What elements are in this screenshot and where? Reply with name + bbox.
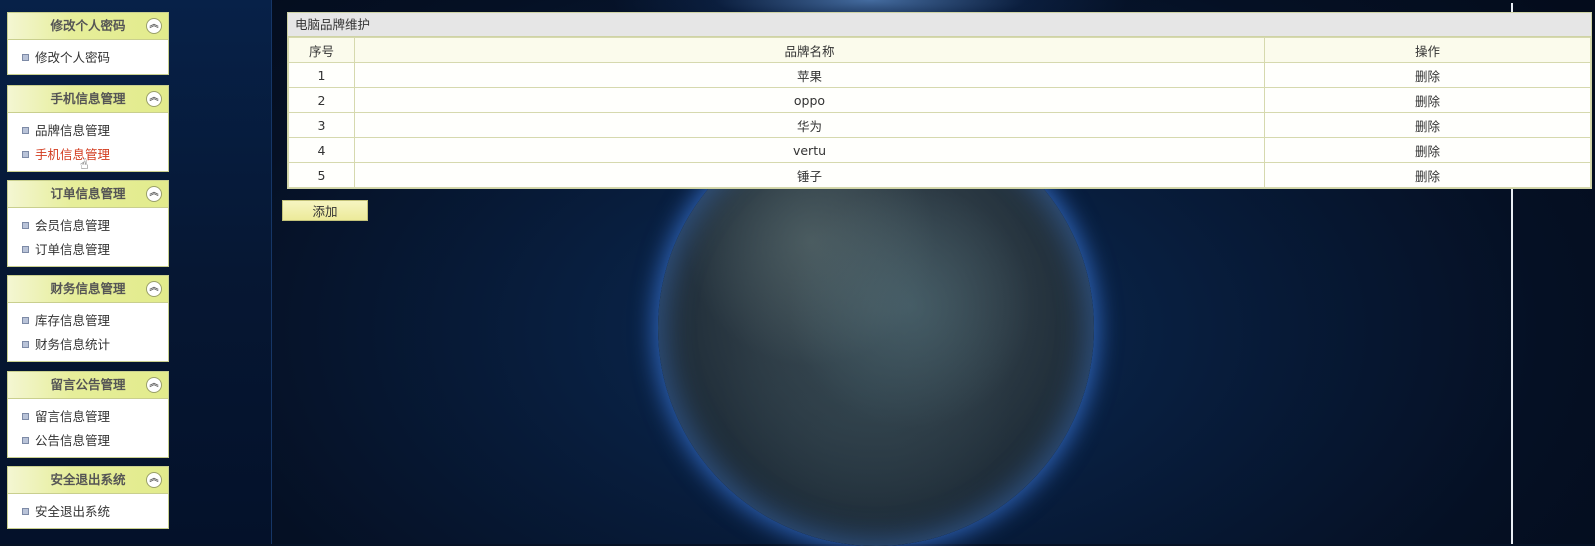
panel-header[interactable]: 财务信息管理 ︽ bbox=[8, 276, 168, 303]
cell-brand-name: 华为 bbox=[354, 112, 1265, 138]
menu-item-label: 公告信息管理 bbox=[35, 433, 111, 448]
bullet-icon bbox=[22, 246, 29, 253]
cell-brand-name: vertu bbox=[354, 137, 1265, 163]
double-chevron-up-icon[interactable]: ︽ bbox=[146, 472, 162, 488]
menu-item-notice-info[interactable]: 公告信息管理 bbox=[8, 429, 168, 453]
menu-item-member-info[interactable]: 会员信息管理 bbox=[8, 214, 168, 238]
menu-item-label: 手机信息管理 bbox=[35, 147, 111, 162]
column-header-action: 操作 bbox=[1264, 37, 1591, 63]
menu-item-label: 安全退出系统 bbox=[35, 504, 111, 519]
double-chevron-up-icon[interactable]: ︽ bbox=[146, 186, 162, 202]
menu-item-label: 品牌信息管理 bbox=[35, 123, 111, 138]
delete-link[interactable]: 删除 bbox=[1264, 87, 1591, 113]
menu-item-change-password[interactable]: 修改个人密码 bbox=[8, 46, 168, 70]
menu-item-logout[interactable]: 安全退出系统 bbox=[8, 500, 168, 524]
cell-no: 3 bbox=[288, 112, 355, 138]
menu-item-label: 订单信息管理 bbox=[35, 242, 111, 257]
double-chevron-up-icon[interactable]: ︽ bbox=[146, 281, 162, 297]
menu-item-label: 会员信息管理 bbox=[35, 218, 111, 233]
cell-brand-name: 锤子 bbox=[354, 162, 1265, 188]
table-row: 5 锤子 删除 bbox=[288, 162, 1591, 188]
panel-header[interactable]: 留言公告管理 ︽ bbox=[8, 372, 168, 399]
delete-link[interactable]: 删除 bbox=[1264, 162, 1591, 188]
menu-item-phone-info[interactable]: 手机信息管理 ☝ bbox=[8, 143, 168, 174]
panel-header[interactable]: 安全退出系统 ︽ bbox=[8, 467, 168, 494]
menu-item-order-info[interactable]: 订单信息管理 bbox=[8, 238, 168, 262]
bullet-icon bbox=[22, 437, 29, 444]
bullet-icon bbox=[22, 317, 29, 324]
cell-no: 5 bbox=[288, 162, 355, 188]
brand-table: 序号 品牌名称 操作 1 苹果 删除 2 oppo 删除 3 华为 删除 4 v… bbox=[288, 37, 1591, 188]
panel-header[interactable]: 修改个人密码 ︽ bbox=[8, 13, 168, 40]
panel-finance-info: 财务信息管理 ︽ 库存信息管理 财务信息统计 bbox=[7, 275, 169, 362]
delete-link[interactable]: 删除 bbox=[1264, 112, 1591, 138]
panel-title: 订单信息管理 bbox=[50, 186, 126, 201]
bullet-icon bbox=[22, 127, 29, 134]
table-row: 2 oppo 删除 bbox=[288, 87, 1591, 113]
table-header-row: 序号 品牌名称 操作 bbox=[288, 37, 1591, 63]
panel-header[interactable]: 订单信息管理 ︽ bbox=[8, 181, 168, 208]
panel-header[interactable]: 手机信息管理 ︽ bbox=[8, 86, 168, 113]
panel-phone-info: 手机信息管理 ︽ 品牌信息管理 手机信息管理 ☝ bbox=[7, 85, 169, 174]
table-row: 4 vertu 删除 bbox=[288, 137, 1591, 163]
menu-item-label: 财务信息统计 bbox=[35, 337, 111, 352]
bullet-icon bbox=[22, 222, 29, 229]
menu-item-finance-stats[interactable]: 财务信息统计 bbox=[8, 333, 168, 357]
menu-item-label: 修改个人密码 bbox=[35, 50, 111, 65]
panel-logout: 安全退出系统 ︽ 安全退出系统 bbox=[7, 466, 169, 529]
bullet-icon bbox=[22, 151, 29, 158]
panel-message-notice: 留言公告管理 ︽ 留言信息管理 公告信息管理 bbox=[7, 371, 169, 458]
menu-item-label: 留言信息管理 bbox=[35, 409, 111, 424]
double-chevron-up-icon[interactable]: ︽ bbox=[146, 91, 162, 107]
panel-password: 修改个人密码 ︽ 修改个人密码 bbox=[7, 12, 169, 75]
panel-order-info: 订单信息管理 ︽ 会员信息管理 订单信息管理 bbox=[7, 180, 169, 267]
cell-no: 4 bbox=[288, 137, 355, 163]
menu-item-stock-info[interactable]: 库存信息管理 bbox=[8, 309, 168, 333]
panel-title: 手机信息管理 bbox=[50, 91, 126, 106]
double-chevron-up-icon[interactable]: ︽ bbox=[146, 377, 162, 393]
panel-title: 留言公告管理 bbox=[50, 377, 126, 392]
bullet-icon bbox=[22, 341, 29, 348]
menu-item-brand-info[interactable]: 品牌信息管理 bbox=[8, 119, 168, 143]
column-header-no: 序号 bbox=[288, 37, 355, 63]
cell-no: 2 bbox=[288, 87, 355, 113]
table-row: 1 苹果 删除 bbox=[288, 62, 1591, 88]
add-button[interactable]: 添加 bbox=[282, 200, 368, 221]
double-chevron-up-icon[interactable]: ︽ bbox=[146, 18, 162, 34]
bullet-icon bbox=[22, 413, 29, 420]
panel-title: 财务信息管理 bbox=[50, 281, 126, 296]
panel-title: 安全退出系统 bbox=[50, 472, 126, 487]
panel-title: 修改个人密码 bbox=[50, 18, 126, 33]
brand-table-panel: 电脑品牌维护 序号 品牌名称 操作 1 苹果 删除 2 oppo 删除 3 华为 bbox=[287, 12, 1592, 189]
menu-item-label: 库存信息管理 bbox=[35, 313, 111, 328]
sidebar-background bbox=[0, 0, 272, 544]
table-title: 电脑品牌维护 bbox=[288, 13, 1591, 37]
bullet-icon bbox=[22, 54, 29, 61]
delete-link[interactable]: 删除 bbox=[1264, 137, 1591, 163]
table-row: 3 华为 删除 bbox=[288, 112, 1591, 138]
cell-no: 1 bbox=[288, 62, 355, 88]
bullet-icon bbox=[22, 508, 29, 515]
cell-brand-name: oppo bbox=[354, 87, 1265, 113]
column-header-brand-name: 品牌名称 bbox=[354, 37, 1265, 63]
menu-item-message-info[interactable]: 留言信息管理 bbox=[8, 405, 168, 429]
cell-brand-name: 苹果 bbox=[354, 62, 1265, 88]
delete-link[interactable]: 删除 bbox=[1264, 62, 1591, 88]
